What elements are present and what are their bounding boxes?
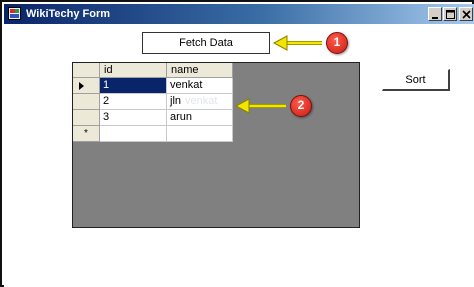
annotation-callout-1: 1 (326, 32, 348, 54)
new-cell-name[interactable] (167, 126, 233, 142)
annotation-arrow-2 (234, 98, 286, 114)
grid-corner-header[interactable] (73, 63, 100, 78)
table-row[interactable]: 1 venkat (73, 78, 233, 94)
cell-id[interactable]: 2 (100, 94, 167, 110)
annotation-callout-2: 2 (290, 95, 312, 117)
cell-name[interactable]: jln venkat (167, 94, 233, 110)
sort-button[interactable]: Sort (382, 69, 450, 91)
table-row[interactable]: 3 arun (73, 110, 233, 126)
maximize-button[interactable] (443, 7, 457, 21)
new-row-marker[interactable]: * (73, 126, 100, 142)
minimize-icon (432, 17, 438, 19)
close-icon (462, 10, 471, 19)
window-title: WikiTechy Form (26, 8, 111, 20)
annotation-arrow-1 (272, 35, 322, 51)
new-cell-id[interactable] (100, 126, 167, 142)
cell-name[interactable]: venkat (167, 78, 233, 94)
window-frame: WikiTechy Form Fetch Data Sort id name 1 (0, 0, 474, 287)
cell-id[interactable]: 3 (100, 110, 167, 126)
table-row[interactable]: 2 jln venkat (73, 94, 233, 110)
cell-id[interactable]: 1 (100, 78, 167, 94)
column-header-id[interactable]: id (100, 63, 167, 78)
data-grid[interactable]: id name 1 venkat 2 jln venkat 3 arun * (72, 62, 360, 228)
row-header[interactable] (73, 110, 100, 126)
form-client-area: Fetch Data Sort id name 1 venkat 2 jln ve… (4, 24, 474, 287)
maximize-icon (446, 10, 455, 19)
cell-name[interactable]: arun (167, 110, 233, 126)
column-header-name[interactable]: name (167, 63, 233, 78)
close-button[interactable] (459, 7, 473, 21)
new-row[interactable]: * (73, 126, 233, 142)
minimize-button[interactable] (428, 7, 442, 21)
grid-header-row: id name (73, 63, 233, 78)
current-row-pointer-icon (79, 82, 84, 90)
fetch-data-button[interactable]: Fetch Data (142, 32, 270, 54)
app-icon[interactable] (8, 7, 21, 20)
cell-name-text: jln (170, 95, 182, 107)
row-header-current[interactable] (73, 78, 100, 94)
title-bar[interactable]: WikiTechy Form (4, 4, 474, 24)
row-header[interactable] (73, 94, 100, 110)
ghost-text: venkat (185, 95, 218, 107)
